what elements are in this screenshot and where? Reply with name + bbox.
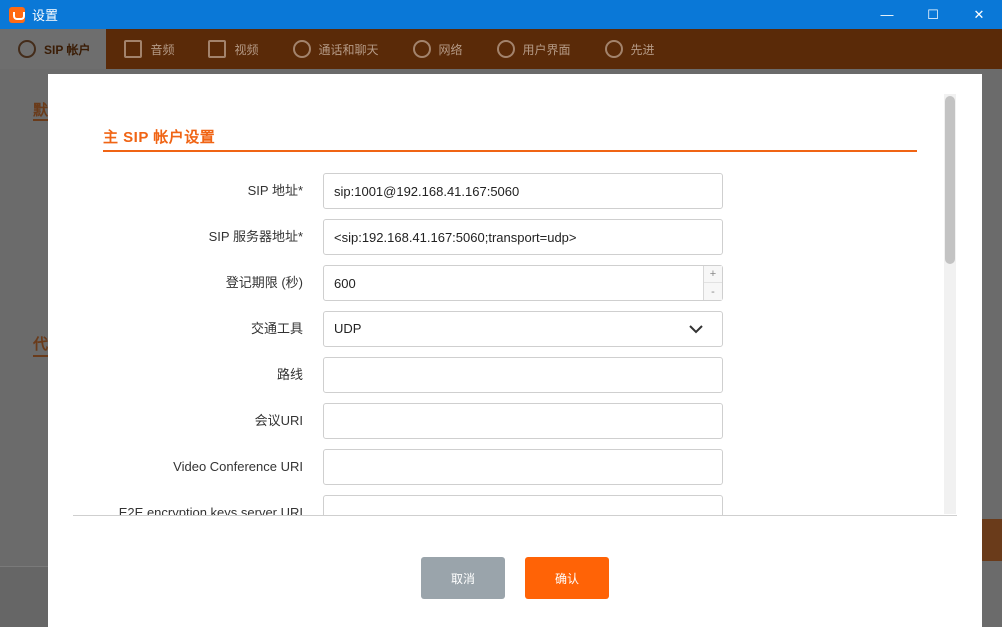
dialog-footer-divider xyxy=(73,515,957,516)
route-input[interactable] xyxy=(323,357,723,393)
gear-icon xyxy=(496,40,515,58)
video-conference-uri-input[interactable] xyxy=(323,449,723,485)
section-divider xyxy=(103,150,917,152)
tab-label: 用户界面 xyxy=(522,42,571,57)
sip-address-label: SIP 地址* xyxy=(247,183,303,198)
close-icon[interactable]: ✕ xyxy=(956,0,1002,29)
form-row-register-expiry: 登记期限 (秒) + - xyxy=(73,265,957,301)
app-logo-icon xyxy=(9,6,25,23)
phone-icon xyxy=(292,40,311,58)
sip-server-label: SIP 服务器地址* xyxy=(208,229,303,244)
form-row-transport: 交通工具 UDP xyxy=(73,311,957,347)
e2e-keys-server-uri-label: E2E encryption keys server URI xyxy=(118,505,303,516)
tab-advanced[interactable]: 先进 xyxy=(587,29,671,69)
transport-label: 交通工具 xyxy=(250,321,303,336)
register-expiry-input[interactable] xyxy=(323,265,723,301)
tab-video[interactable]: 视频 xyxy=(190,29,274,69)
background-footer xyxy=(0,566,48,627)
tab-calls-chat[interactable]: 通话和聊天 xyxy=(275,29,395,69)
background-button xyxy=(982,519,1002,561)
transport-select[interactable]: UDP xyxy=(323,311,723,347)
title-bar: 设置 — ☐ ✕ xyxy=(0,0,1002,29)
speaker-icon xyxy=(124,40,143,58)
register-expiry-stepper: + - xyxy=(703,266,722,300)
sip-account-dialog: 主 SIP 帐户设置 SIP 地址* SIP 服务器地址* 登记期限 (秒) +… xyxy=(48,74,982,627)
tab-label: 先进 xyxy=(630,42,655,57)
transport-value: UDP xyxy=(334,321,362,336)
settings-nav: SIP 帐户 音频 视频 通话和聊天 网络 用户界面 先进 xyxy=(0,29,1002,69)
tab-label: 网络 xyxy=(438,42,463,57)
gear-icon xyxy=(604,40,623,58)
conference-uri-label: 会议URI xyxy=(254,413,303,428)
cancel-button[interactable]: 取消 xyxy=(421,557,505,599)
tab-sip-account[interactable]: SIP 帐户 xyxy=(0,29,107,69)
maximize-icon[interactable]: ☐ xyxy=(910,0,956,29)
background-heading: 代 xyxy=(33,336,49,353)
route-label: 路线 xyxy=(276,367,303,382)
camera-icon xyxy=(208,40,227,58)
dialog-scroll-area[interactable]: 主 SIP 帐户设置 SIP 地址* SIP 服务器地址* 登记期限 (秒) +… xyxy=(73,74,957,516)
form-row-video-conference-uri: Video Conference URI xyxy=(73,449,957,485)
form-row-sip-server: SIP 服务器地址* xyxy=(73,219,957,255)
form-row-conference-uri: 会议URI xyxy=(73,403,957,439)
section-title: 主 SIP 帐户设置 xyxy=(103,129,216,146)
register-expiry-label: 登记期限 (秒) xyxy=(225,275,303,290)
sip-address-input[interactable] xyxy=(323,173,723,209)
increment-button[interactable]: + xyxy=(704,266,722,283)
tab-label: 视频 xyxy=(234,42,259,57)
tab-user-interface[interactable]: 用户界面 xyxy=(479,29,587,69)
e2e-keys-server-uri-input[interactable] xyxy=(323,495,723,516)
tab-network[interactable]: 网络 xyxy=(395,29,479,69)
scrollbar-thumb[interactable] xyxy=(945,96,955,264)
form-row-e2e-keys-server-uri: E2E encryption keys server URI xyxy=(73,495,957,516)
user-icon xyxy=(18,40,36,58)
video-conference-uri-label: Video Conference URI xyxy=(173,459,303,474)
decrement-button[interactable]: - xyxy=(704,283,722,300)
form-row-sip-address: SIP 地址* xyxy=(73,173,957,209)
background-heading: 默 xyxy=(33,102,49,119)
window-controls: — ☐ ✕ xyxy=(864,0,1002,29)
confirm-button[interactable]: 确认 xyxy=(525,557,609,599)
tab-label: SIP 帐户 xyxy=(44,42,91,57)
sip-server-input[interactable] xyxy=(323,219,723,255)
form-row-route: 路线 xyxy=(73,357,957,393)
tab-label: 音频 xyxy=(150,42,175,57)
tab-audio[interactable]: 音频 xyxy=(106,29,190,69)
share-icon xyxy=(412,40,431,58)
tab-label: 通话和聊天 xyxy=(318,42,379,57)
chevron-down-icon xyxy=(689,325,703,334)
minimize-icon[interactable]: — xyxy=(864,0,910,29)
conference-uri-input[interactable] xyxy=(323,403,723,439)
window-title: 设置 xyxy=(32,8,59,23)
